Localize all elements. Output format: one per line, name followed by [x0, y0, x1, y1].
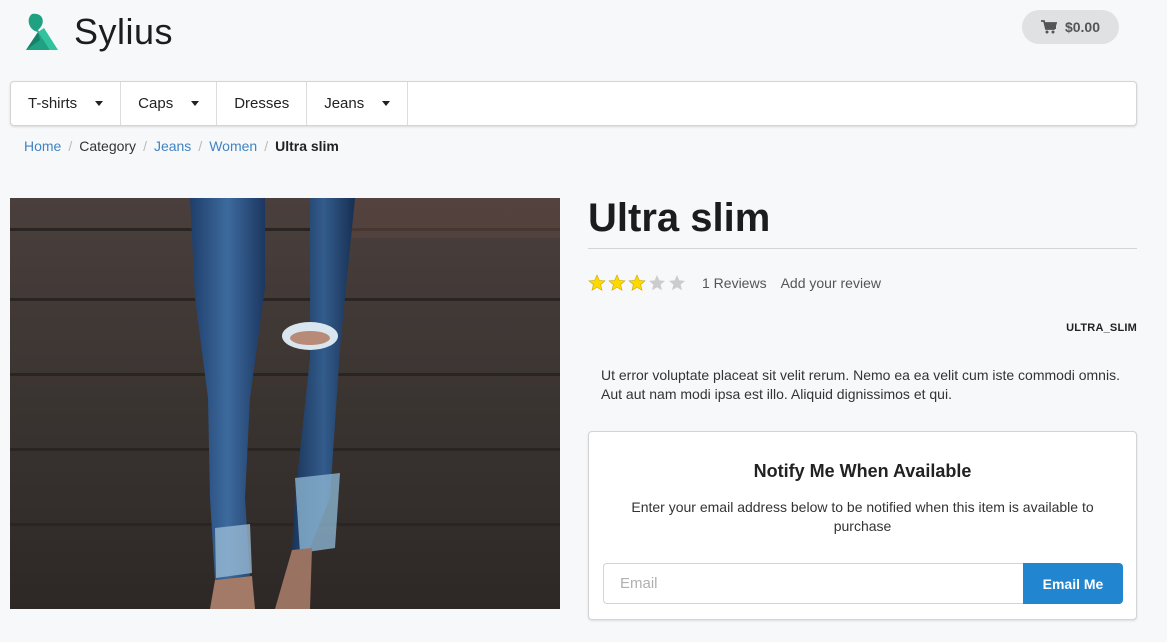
menu-item-label: Dresses: [234, 95, 290, 112]
reviews-count[interactable]: 1 Reviews: [702, 275, 767, 291]
breadcrumb-current: Ultra slim: [275, 138, 339, 154]
email-input[interactable]: [603, 563, 1023, 604]
breadcrumb-home[interactable]: Home: [24, 138, 61, 154]
dropdown-caret-icon: [382, 101, 391, 106]
dropdown-caret-icon: [95, 101, 104, 106]
breadcrumb-separator: /: [143, 138, 147, 154]
notify-panel: Notify Me When Available Enter your emai…: [588, 431, 1137, 620]
menu-item-dresses[interactable]: Dresses: [217, 82, 308, 125]
shopping-cart-icon: [1040, 20, 1057, 34]
star-empty-icon: [669, 275, 685, 291]
star-filled-icon: [588, 274, 606, 291]
notify-text: Enter your email address below to be not…: [631, 499, 1094, 534]
notify-title: Notify Me When Available: [753, 461, 972, 481]
menu-item-tshirts[interactable]: T-shirts: [11, 82, 122, 125]
cart-button[interactable]: $0.00: [1022, 10, 1119, 44]
breadcrumb-separator: /: [68, 138, 73, 154]
sylius-swan-icon: [26, 13, 58, 51]
breadcrumb-jeans[interactable]: Jeans: [154, 138, 191, 154]
star-filled-icon: [628, 274, 646, 291]
sylius-logo[interactable]: Sylius: [24, 10, 173, 54]
notify-form: Email Me: [603, 563, 1123, 604]
star-empty-icon: [649, 275, 665, 291]
breadcrumb-category: Category: [79, 138, 137, 154]
menu-item-label: T-shirts: [28, 95, 78, 112]
add-review-link[interactable]: Add your review: [781, 275, 881, 291]
menu-item-jeans[interactable]: Jeans: [307, 82, 409, 125]
menu-item-label: Jeans: [324, 95, 365, 112]
dropdown-caret-icon: [191, 101, 200, 106]
breadcrumb-separator: /: [264, 138, 269, 154]
product-image[interactable]: [10, 198, 560, 609]
product-code: ULTRA_SLIM: [1066, 322, 1137, 334]
logo-text: Sylius: [74, 11, 174, 52]
cart-total: $0.00: [1064, 19, 1101, 35]
breadcrumb-separator: /: [198, 138, 203, 154]
rating-stars: [588, 274, 688, 292]
menu-item-label: Caps: [138, 95, 174, 112]
breadcrumb-women[interactable]: Women: [209, 138, 257, 154]
menu-item-caps[interactable]: Caps: [121, 82, 218, 125]
product-rating: 1 Reviews Add your review: [588, 274, 881, 292]
star-filled-icon: [608, 274, 626, 291]
jeans-photo: [10, 198, 560, 609]
product-description: Ut error voluptate placeat sit velit rer…: [601, 367, 1120, 402]
email-me-button[interactable]: Email Me: [1023, 563, 1123, 604]
main-menu: T-shirts Caps Dresses Jeans: [10, 81, 1137, 126]
title-divider: [588, 248, 1137, 249]
product-title: Ultra slim: [588, 196, 771, 240]
breadcrumb: Home / Category / Jeans / Women / Ultra …: [24, 138, 339, 154]
